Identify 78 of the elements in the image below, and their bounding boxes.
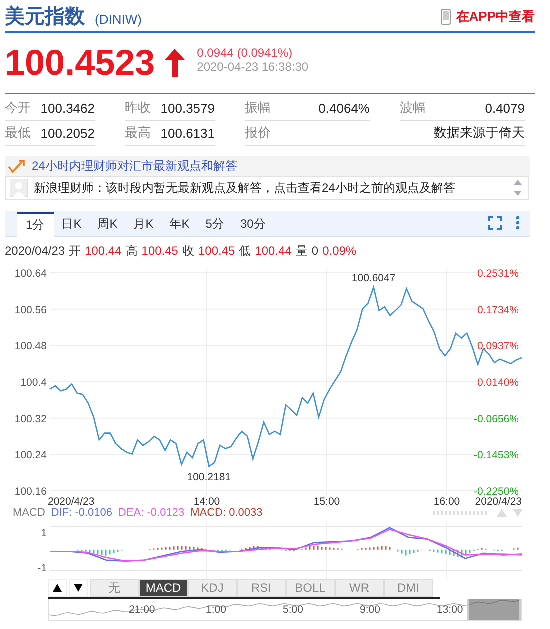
up-triangle-icon bbox=[53, 584, 62, 592]
percent-label: -0.0656% bbox=[474, 413, 519, 426]
high-label: 100.6047 bbox=[352, 272, 396, 285]
stat-label: 报价 bbox=[245, 124, 271, 142]
time-label: 13:00 bbox=[437, 604, 464, 616]
stat-label: 振幅 bbox=[245, 99, 271, 117]
y-axis-label: 100.32 bbox=[14, 413, 47, 426]
percent-label: -0.1453% bbox=[474, 450, 519, 462]
stat-value: 100.3579 bbox=[160, 100, 215, 116]
y-axis-label: 100.64 bbox=[14, 268, 47, 280]
time-label: 1:00 bbox=[206, 604, 226, 616]
phone-icon bbox=[441, 9, 452, 25]
quote-summary: 2020/04/23 开 100.44 高 100.45 收 100.45 低 100.44 量 0 0.09% bbox=[5, 243, 358, 259]
time-label: 5:00 bbox=[283, 604, 304, 616]
stat-value: 100.3462 bbox=[40, 100, 95, 116]
stat-value: 0.4064% bbox=[318, 100, 370, 116]
down-icon[interactable] bbox=[513, 509, 523, 517]
drag-handle-icon[interactable] bbox=[433, 511, 489, 515]
stat-label: 最高 bbox=[125, 124, 151, 142]
stat-value: 100.2052 bbox=[40, 126, 95, 140]
up-icon[interactable] bbox=[497, 509, 507, 517]
low-label: 100.2181 bbox=[187, 471, 232, 484]
quote-time: 2020-04-23 16:38:30 bbox=[197, 60, 309, 74]
y-axis-label: 100.24 bbox=[14, 450, 47, 462]
stat-label: 今开 bbox=[5, 99, 31, 117]
stat-label: 最低 bbox=[5, 124, 31, 142]
avatar-icon bbox=[10, 179, 28, 197]
percent-label: 0.1734% bbox=[478, 304, 519, 316]
indicator-name: MACD bbox=[13, 507, 46, 519]
x-axis-label: 14:00 bbox=[194, 496, 220, 508]
time-label: 9:00 bbox=[360, 604, 380, 616]
range-navigator[interactable]: 21:00 1:00 5:00 9:00 13:00 bbox=[48, 599, 522, 621]
period-tab[interactable]: 1分 bbox=[17, 212, 54, 237]
x-axis-label: 2020/4/23 bbox=[475, 496, 522, 508]
stat-label: 波幅 bbox=[400, 99, 426, 117]
x-axis-label: 2020/4/23 bbox=[48, 496, 95, 508]
y-axis-label: 100.56 bbox=[14, 304, 47, 316]
page-title: 美元指数 bbox=[5, 5, 85, 29]
period-tab[interactable]: 年K bbox=[162, 212, 198, 236]
period-tab[interactable]: 月K bbox=[126, 212, 162, 236]
current-price: 100.4523 bbox=[5, 42, 156, 84]
time-label: 21:00 bbox=[129, 604, 156, 616]
down-triangle-icon bbox=[74, 584, 83, 592]
trend-arrow-icon bbox=[8, 159, 26, 173]
stat-value: 100.6131 bbox=[160, 126, 215, 140]
symbol-code: (DINIW) bbox=[95, 12, 142, 27]
range-selection[interactable] bbox=[467, 599, 521, 620]
indicator-tab[interactable]: MACD bbox=[139, 579, 188, 597]
more-icon[interactable] bbox=[516, 216, 520, 230]
stat-value: 0.4079 bbox=[485, 100, 525, 116]
stat-value: 数据来源于倚天 bbox=[434, 124, 525, 142]
y-axis-label: 1 bbox=[41, 527, 47, 540]
period-tab[interactable]: 5分 bbox=[198, 212, 232, 236]
y-axis-label: 100.48 bbox=[14, 340, 47, 353]
y-axis-label: 100.4 bbox=[20, 377, 47, 389]
y-axis-label: 100.16 bbox=[14, 486, 47, 498]
advice-link[interactable]: 24小时内理财师对汇市最新观点和解答 bbox=[32, 158, 238, 174]
percent-label: 0.2531% bbox=[478, 268, 519, 280]
down-button[interactable] bbox=[69, 579, 88, 597]
y-axis-label: -1 bbox=[38, 562, 47, 574]
x-axis-label: 15:00 bbox=[314, 496, 340, 508]
open-in-app-link[interactable]: 在APP中查看 bbox=[456, 8, 535, 26]
up-button[interactable] bbox=[48, 579, 67, 597]
x-axis-label: 16:00 bbox=[434, 496, 460, 508]
percent-label: 0.0140% bbox=[478, 377, 519, 389]
period-tab[interactable]: 周K bbox=[90, 212, 126, 236]
legend-value: DIF: -0.0106 bbox=[51, 507, 113, 519]
stat-label: 昨收 bbox=[125, 99, 151, 117]
percent-label: -0.2250% bbox=[474, 486, 519, 498]
fullscreen-icon[interactable] bbox=[488, 216, 502, 230]
scroll-arrows-icon[interactable] bbox=[513, 179, 523, 197]
comment-text: 新浪理财师：该时段内暂无最新观点及解答，点击查看24小时之前的观点及解答 bbox=[34, 180, 456, 196]
legend-value: DEA: -0.0123 bbox=[118, 507, 185, 519]
percent-label: 0.0937% bbox=[478, 340, 519, 353]
period-tab[interactable]: 日K bbox=[54, 212, 90, 236]
legend-value: MACD: 0.0033 bbox=[190, 507, 263, 519]
period-tab[interactable]: 30分 bbox=[232, 212, 274, 236]
price-change: 0.0944 (0.0941%) bbox=[197, 46, 294, 60]
